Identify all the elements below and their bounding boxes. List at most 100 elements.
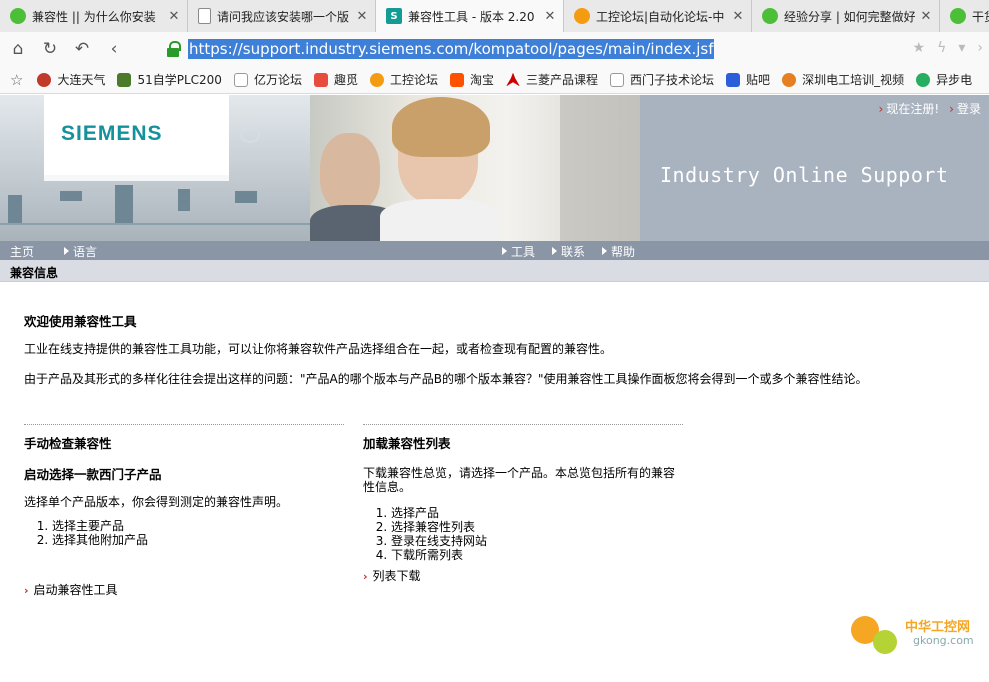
doc-icon	[198, 8, 211, 24]
bookmark-item[interactable]: 西门子技术论坛	[610, 71, 714, 88]
lock-icon	[166, 41, 181, 57]
address-actions: ★ ϟ ▾ ›	[913, 40, 983, 56]
close-icon[interactable]: ✕	[543, 9, 557, 24]
bookmark-icon	[117, 72, 132, 87]
bookmarks-bar: ☆ 大连天气 51自学PLC200 亿万论坛 趣觅 工控论坛 淘宝 三菱产品课程…	[0, 66, 989, 94]
register-link[interactable]: › 现在注册!	[879, 100, 940, 117]
watermark-domain: gkong.com	[913, 634, 974, 647]
load-list-column: 加载兼容性列表 下载兼容性总览，请选择一个产品。本总览包括所有的兼容性信息。 选…	[363, 424, 683, 562]
tab-6[interactable]: 干货：	[940, 0, 989, 32]
back-icon[interactable]: ‹	[100, 35, 128, 63]
main-menu: 主页 语言 工具 联系 帮助	[0, 241, 989, 260]
list-item: 选择产品	[391, 506, 683, 520]
bookmark-icon	[916, 72, 931, 87]
steps-list: 选择产品 选择兼容性列表 登录在线支持网站 下载所需列表	[391, 506, 683, 562]
reload-icon[interactable]: ↻	[36, 35, 64, 63]
tab-title: 经验分享 | 如何完整做好	[784, 9, 915, 24]
undo-icon[interactable]: ↶	[68, 35, 96, 63]
gkong-watermark: 中华工控网 gkong.com	[851, 612, 981, 662]
tab-title: 干货：	[972, 9, 989, 24]
chevron-right-icon: ›	[24, 584, 29, 597]
bookmark-item[interactable]: 淘宝	[450, 71, 494, 88]
bookmark-star-icon[interactable]: ★	[913, 40, 926, 56]
list-item: 选择兼容性列表	[391, 520, 683, 534]
url-text[interactable]: https://support.industry.siemens.com/kom…	[188, 39, 715, 59]
triangle-right-icon	[502, 247, 507, 255]
steps-list: 选择主要产品 选择其他附加产品	[52, 519, 344, 547]
menu-contact[interactable]: 联系	[552, 243, 585, 260]
close-icon[interactable]: ✕	[167, 9, 181, 24]
welcome-heading: 欢迎使用兼容性工具	[24, 314, 137, 329]
start-tool-link[interactable]: › 启动兼容性工具	[24, 581, 118, 598]
tab-3-active[interactable]: S 兼容性工具 - 版本 2.20 ✕	[376, 0, 564, 32]
tab-4[interactable]: 工控论坛|自动化论坛-中 ✕	[564, 0, 752, 32]
gear-icon	[369, 72, 384, 87]
close-icon[interactable]: ✕	[919, 9, 933, 24]
watermark-text: 中华工控网	[905, 620, 971, 635]
tab-2[interactable]: 请问我应该安装哪一个版 ✕	[188, 0, 376, 32]
menu-tools[interactable]: 工具	[502, 243, 535, 260]
section-title: 兼容信息	[10, 266, 59, 280]
banner-industrial-image: SIEMENS	[0, 95, 310, 241]
bookmark-icon	[313, 72, 328, 87]
main-content: 欢迎使用兼容性工具 工业在线支持提供的兼容性工具功能，可以让你将兼容软件产品选择…	[0, 283, 989, 682]
banner-people-image	[310, 95, 640, 241]
wechat-icon	[950, 8, 966, 24]
lightning-icon[interactable]: ϟ	[937, 40, 946, 56]
star-icon[interactable]: ☆	[10, 71, 23, 89]
tab-title: 工控论坛|自动化论坛-中	[596, 9, 725, 24]
bookmark-item[interactable]: 异步电	[916, 71, 972, 88]
bookmark-item[interactable]: 亿万论坛	[233, 71, 302, 88]
bookmark-item[interactable]: 深圳电工培训_视频	[782, 71, 904, 88]
url-field[interactable]: https://support.industry.siemens.com/kom…	[166, 36, 986, 62]
close-icon[interactable]: ✕	[731, 9, 745, 24]
gear-icon	[574, 8, 590, 24]
manual-check-column: 手动检查兼容性 启动选择一款西门子产品 选择单个产品版本，你会得到测定的兼容性声…	[24, 424, 344, 547]
chevron-right-icon[interactable]: ›	[977, 40, 983, 56]
bookmark-icon	[233, 72, 248, 87]
home-icon[interactable]: ⌂	[4, 35, 32, 63]
paw-icon	[726, 72, 741, 87]
chevron-right-icon: ›	[363, 570, 368, 583]
triangle-right-icon	[64, 247, 69, 255]
intro-paragraph-2: 由于产品及其形式的多样化往往会提出这样的问题："产品A的哪个版本与产品B的哪个版…	[24, 372, 868, 386]
bookmark-icon	[782, 72, 797, 87]
mitsubishi-icon	[506, 72, 521, 87]
list-item: 下载所需列表	[391, 548, 683, 562]
bookmark-item[interactable]: 51自学PLC200	[117, 71, 222, 88]
bookmark-icon	[610, 72, 625, 87]
column-text: 下载兼容性总览，请选择一个产品。本总览包括所有的兼容性信息。	[363, 466, 676, 494]
bookmark-icon	[450, 72, 464, 87]
list-download-link[interactable]: › 列表下载	[363, 567, 421, 584]
close-icon[interactable]: ✕	[355, 9, 369, 24]
triangle-right-icon	[602, 247, 607, 255]
logo-text: SIEMENS	[61, 122, 163, 145]
column-subheading: 启动选择一款西门子产品	[24, 467, 162, 482]
siemens-logo[interactable]: SIEMENS	[44, 95, 229, 175]
speech-bubble-icon	[240, 127, 260, 143]
page-banner: SIEMENS › 现在注册! › 登录 Industry Online Suppo…	[0, 95, 989, 241]
tab-bar: 兼容性 || 为什么你安装 ✕ 请问我应该安装哪一个版 ✕ S 兼容性工具 - …	[0, 0, 989, 32]
list-item: 登录在线支持网站	[391, 534, 683, 548]
tab-1[interactable]: 兼容性 || 为什么你安装 ✕	[0, 0, 188, 32]
tab-title: 兼容性工具 - 版本 2.20	[408, 9, 535, 24]
menu-language[interactable]: 语言	[64, 243, 97, 260]
menu-help[interactable]: 帮助	[602, 243, 635, 260]
triangle-right-icon	[552, 247, 557, 255]
chevron-down-icon[interactable]: ▾	[958, 40, 965, 56]
banner-title-panel: › 现在注册! › 登录 Industry Online Support	[640, 95, 989, 241]
bookmark-item[interactable]: 贴吧	[726, 71, 770, 88]
menu-home[interactable]: 主页	[10, 243, 34, 260]
list-item: 选择主要产品	[52, 519, 344, 533]
tab-title: 请问我应该安装哪一个版	[217, 9, 350, 24]
login-link[interactable]: › 登录	[949, 100, 981, 117]
column-heading: 加载兼容性列表	[363, 436, 451, 451]
bookmark-icon	[37, 72, 52, 87]
banner-title: Industry Online Support	[660, 163, 949, 187]
bookmark-item[interactable]: 趣觅	[313, 71, 358, 88]
column-heading: 手动检查兼容性	[24, 436, 112, 451]
tab-5[interactable]: 经验分享 | 如何完整做好 ✕	[752, 0, 940, 32]
bookmark-item[interactable]: 三菱产品课程	[506, 71, 598, 88]
bookmark-item[interactable]: 工控论坛	[369, 71, 438, 88]
bookmark-item[interactable]: 大连天气	[37, 71, 105, 88]
